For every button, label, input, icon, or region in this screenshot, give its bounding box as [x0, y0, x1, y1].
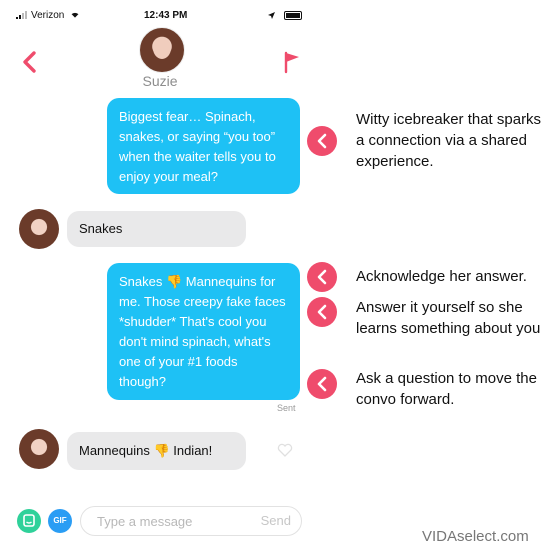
back-chevron-icon[interactable]	[20, 50, 40, 74]
wifi-icon	[71, 13, 79, 18]
annotation-arrow-icon	[307, 126, 337, 156]
received-message-bubble: Snakes	[67, 211, 246, 247]
contact-avatar[interactable]	[139, 27, 185, 73]
message-composer: GIF Send	[0, 500, 310, 540]
carrier-indicator: Verizon	[16, 10, 79, 21]
sent-message-bubble: Snakes 👎 Mannequins for me. Those creepy…	[107, 263, 300, 400]
sent-status-label: Sent	[277, 403, 296, 413]
annotation-icebreaker: Witty icebreaker that sparks a connectio…	[356, 111, 542, 170]
message-input-container: Send	[80, 506, 302, 536]
report-flag-icon[interactable]	[282, 50, 302, 74]
signal-icon	[16, 11, 27, 20]
contact-avatar-small	[19, 209, 59, 249]
status-bar: Verizon 12:43 PM	[16, 10, 302, 24]
message-input[interactable]	[95, 513, 249, 530]
sticker-icon	[23, 514, 35, 527]
annotation-acknowledge: Acknowledge her answer.	[356, 268, 527, 285]
annotation-arrow-icon	[307, 369, 337, 399]
status-time: 12:43 PM	[144, 10, 188, 21]
gif-button[interactable]: GIF	[48, 509, 72, 533]
sent-message-bubble: Biggest fear… Spinach, snakes, or saying…	[107, 98, 300, 194]
contact-name: Suzie	[142, 73, 178, 89]
contact-avatar-small	[19, 429, 59, 469]
like-heart-icon[interactable]	[277, 443, 293, 457]
annotation-arrow-icon	[307, 297, 337, 327]
sticker-button[interactable]	[17, 509, 41, 533]
annotation-answer-yourself: Answer it yourself so she learns somethi…	[356, 299, 541, 337]
annotation-arrow-icon	[307, 262, 337, 292]
annotation-ask-question: Ask a question to move the convo forward…	[356, 370, 537, 408]
carrier-name: Verizon	[31, 10, 65, 21]
received-message-bubble: Mannequins 👎 Indian!	[67, 432, 246, 470]
location-icon	[268, 11, 276, 19]
send-button[interactable]: Send	[261, 513, 291, 528]
watermark: VIDAselect.com	[422, 528, 529, 545]
phone-screen: Verizon 12:43 PM Suzie Biggest fear… Spi…	[0, 0, 310, 549]
battery-icon	[284, 10, 302, 20]
